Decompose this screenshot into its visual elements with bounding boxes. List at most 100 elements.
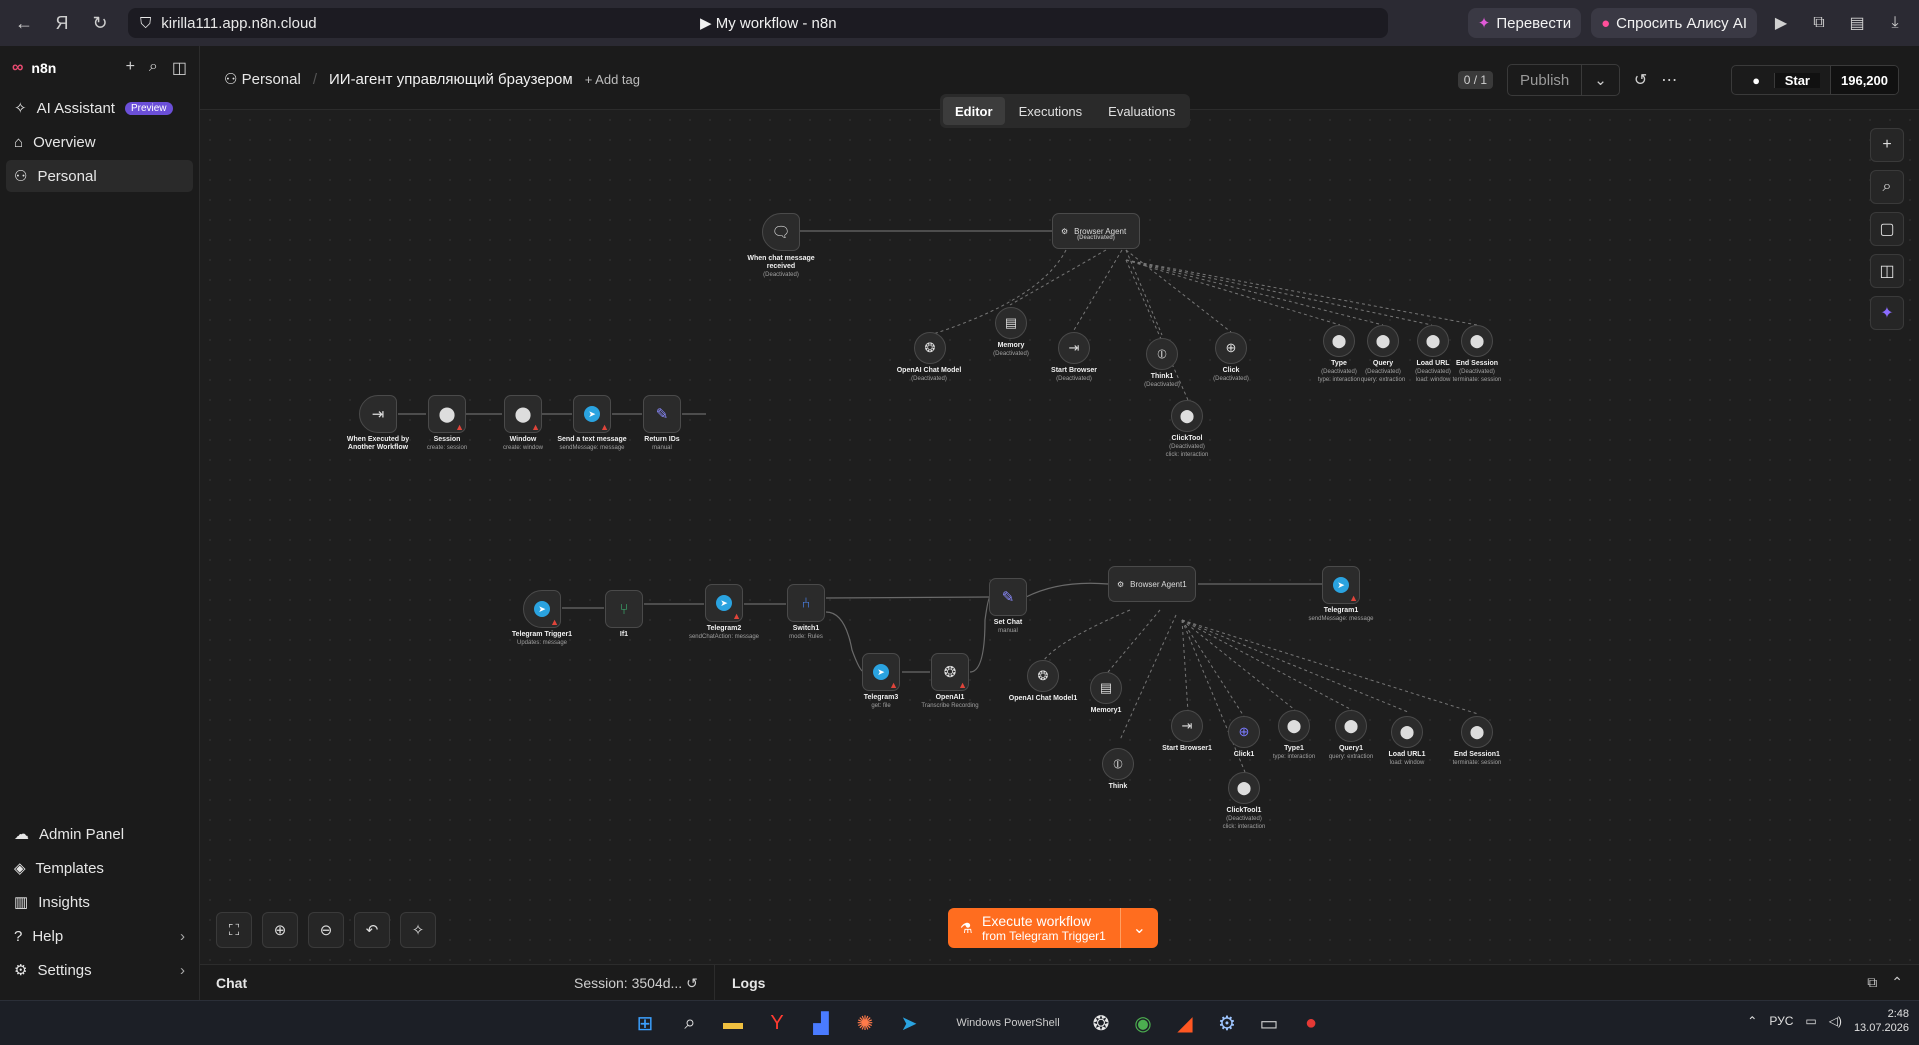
warning-icon: ▲: [600, 422, 609, 432]
fit-view-icon[interactable]: ⛶: [216, 912, 252, 948]
set-chat-node[interactable]: ✎: [989, 578, 1027, 616]
edit-icon: ✎: [1001, 589, 1015, 606]
telegram3-node[interactable]: ➤ ▲: [862, 653, 900, 691]
think-node[interactable]: ⦶: [1102, 748, 1134, 780]
browser-tool-icon: ⬤: [1236, 780, 1252, 795]
click1-node[interactable]: ⊕: [1228, 716, 1260, 748]
openai-chat-model1-node[interactable]: ❂: [1027, 660, 1059, 692]
session-node[interactable]: ⬤ ▲: [428, 395, 466, 433]
browser-tool-icon: ⬤: [1286, 718, 1302, 733]
ai-sparkle-icon[interactable]: ✦: [1870, 296, 1904, 330]
telegram-icon: ➤: [716, 595, 732, 611]
branch-icon: ⑂: [619, 600, 629, 618]
enter-icon: ⇥: [371, 406, 385, 423]
browser-agent-status: (Deactivated): [1077, 235, 1115, 241]
set-chat-label: Set Chat manual: [993, 619, 1023, 634]
sticky-note-icon[interactable]: ▢: [1870, 212, 1904, 246]
clicktool1-label: ClickTool1 (Deactivated) click: interactio…: [1222, 807, 1266, 830]
switch-icon: ⑃: [801, 594, 811, 612]
click-node[interactable]: ⊕: [1215, 332, 1247, 364]
edit-icon: ✎: [655, 406, 669, 423]
send-text-node[interactable]: ➤ ▲: [573, 395, 611, 433]
globe-icon: ⊕: [1225, 340, 1237, 355]
start-browser-label: Start Browser (Deactivated): [1051, 367, 1097, 382]
openai1-node[interactable]: ❂ ▲: [931, 653, 969, 691]
flask-icon: ⚗: [960, 920, 973, 936]
browser-tool-icon: ⬤: [1469, 724, 1485, 739]
memory1-node[interactable]: ▤: [1090, 672, 1122, 704]
memory-label: Memory (Deactivated): [993, 342, 1029, 357]
window-node[interactable]: ⬤ ▲: [504, 395, 542, 433]
start-browser1-node[interactable]: ⇥: [1171, 710, 1203, 742]
telegram-trigger-node[interactable]: ➤ ▲: [523, 590, 561, 628]
type-node[interactable]: ⬤: [1323, 325, 1355, 357]
click-label: Click (Deactivated): [1213, 367, 1249, 382]
start-browser-node[interactable]: ⇥: [1058, 332, 1090, 364]
browser-tool-icon: ⬤: [514, 406, 532, 423]
browser-tool-icon: ⬤: [1343, 718, 1359, 733]
telegram-trigger-label: Telegram Trigger1 Updates: message: [511, 631, 573, 646]
load-url1-node[interactable]: ⬤: [1391, 716, 1423, 748]
browser-agent-node[interactable]: ⚙ Browser Agent: [1052, 213, 1140, 249]
exec-trigger-node[interactable]: ⇥: [359, 395, 397, 433]
chat-trigger-node[interactable]: 🗨: [762, 213, 800, 251]
load-url-node[interactable]: ⬤: [1417, 325, 1449, 357]
view-tabs: Editor Executions Evaluations: [940, 94, 1191, 128]
end-session-node[interactable]: ⬤: [1461, 325, 1493, 357]
telegram-icon: ➤: [584, 406, 600, 422]
telegram2-node[interactable]: ➤ ▲: [705, 584, 743, 622]
nodes-layer: 🗨 When chat message received (Deactivated…: [0, 0, 1919, 1045]
clicktool-node[interactable]: ⬤: [1171, 400, 1203, 432]
tab-evaluations[interactable]: Evaluations: [1096, 97, 1187, 125]
zoom-in-icon[interactable]: ⊕: [262, 912, 298, 948]
telegram1-node[interactable]: ➤ ▲: [1322, 566, 1360, 604]
openai-chat-model-label: OpenAI Chat Model (Deactivated): [896, 367, 962, 382]
openai-icon: ❂: [943, 664, 957, 681]
browser-agent1-node[interactable]: ⚙ Browser Agent1: [1108, 566, 1196, 602]
clicktool1-node[interactable]: ⬤: [1228, 772, 1260, 804]
openai-icon: ❂: [924, 340, 936, 355]
database-icon: ▤: [1004, 315, 1018, 330]
database-icon: ▤: [1099, 680, 1113, 695]
think-icon: ⦶: [1157, 346, 1167, 361]
memory-node[interactable]: ▤: [995, 307, 1027, 339]
enter-icon: ⇥: [1068, 340, 1080, 355]
telegram2-label: Telegram2 sendChatAction: message: [688, 625, 760, 640]
if1-node[interactable]: ⑂: [605, 590, 643, 628]
return-ids-node[interactable]: ✎: [643, 395, 681, 433]
warning-icon: ▲: [732, 611, 741, 621]
browser-tool-icon: ⬤: [1399, 724, 1415, 739]
openai-chat-model-node[interactable]: ❂: [914, 332, 946, 364]
canvas-right-toolbar: + ⌕ ▢ ◫ ✦: [1870, 128, 1904, 330]
tidy-up-icon[interactable]: ✧: [400, 912, 436, 948]
undo-icon[interactable]: ↶: [354, 912, 390, 948]
if1-label: If1: [619, 631, 629, 638]
end-session1-node[interactable]: ⬤: [1461, 716, 1493, 748]
tab-editor[interactable]: Editor: [943, 97, 1005, 125]
warning-icon: ▲: [550, 617, 559, 627]
warning-icon: ▲: [958, 680, 967, 690]
query1-node[interactable]: ⬤: [1335, 710, 1367, 742]
think1-node[interactable]: ⦶: [1146, 338, 1178, 370]
panel-icon[interactable]: ◫: [1870, 254, 1904, 288]
end-session1-label: End Session1 terminate: session: [1452, 751, 1502, 766]
chat-trigger-label: When chat message received (Deactivated): [747, 255, 815, 278]
zoom-out-icon[interactable]: ⊖: [308, 912, 344, 948]
memory1-label: Memory1: [1090, 707, 1122, 714]
return-ids-label: Return IDs manual: [644, 436, 680, 451]
browser-tool-icon: ⬤: [1469, 333, 1485, 348]
query-node[interactable]: ⬤: [1367, 325, 1399, 357]
warning-icon: ▲: [889, 680, 898, 690]
type1-node[interactable]: ⬤: [1278, 710, 1310, 742]
search-nodes-icon[interactable]: ⌕: [1870, 170, 1904, 204]
telegram-icon: ➤: [1333, 577, 1349, 593]
switch1-node[interactable]: ⑃: [787, 584, 825, 622]
chevron-down-icon[interactable]: ⌄: [1119, 908, 1158, 948]
switch1-label: Switch1 mode: Rules: [789, 625, 823, 640]
globe-icon: ⊕: [1238, 724, 1250, 739]
warning-icon: ▲: [1349, 593, 1358, 603]
add-node-icon[interactable]: +: [1870, 128, 1904, 162]
tab-executions[interactable]: Executions: [1007, 97, 1095, 125]
browser-tool-icon: ⬤: [1375, 333, 1391, 348]
execute-workflow-button[interactable]: ⚗ Execute workflow from Telegram Trigger1 …: [948, 908, 1158, 948]
